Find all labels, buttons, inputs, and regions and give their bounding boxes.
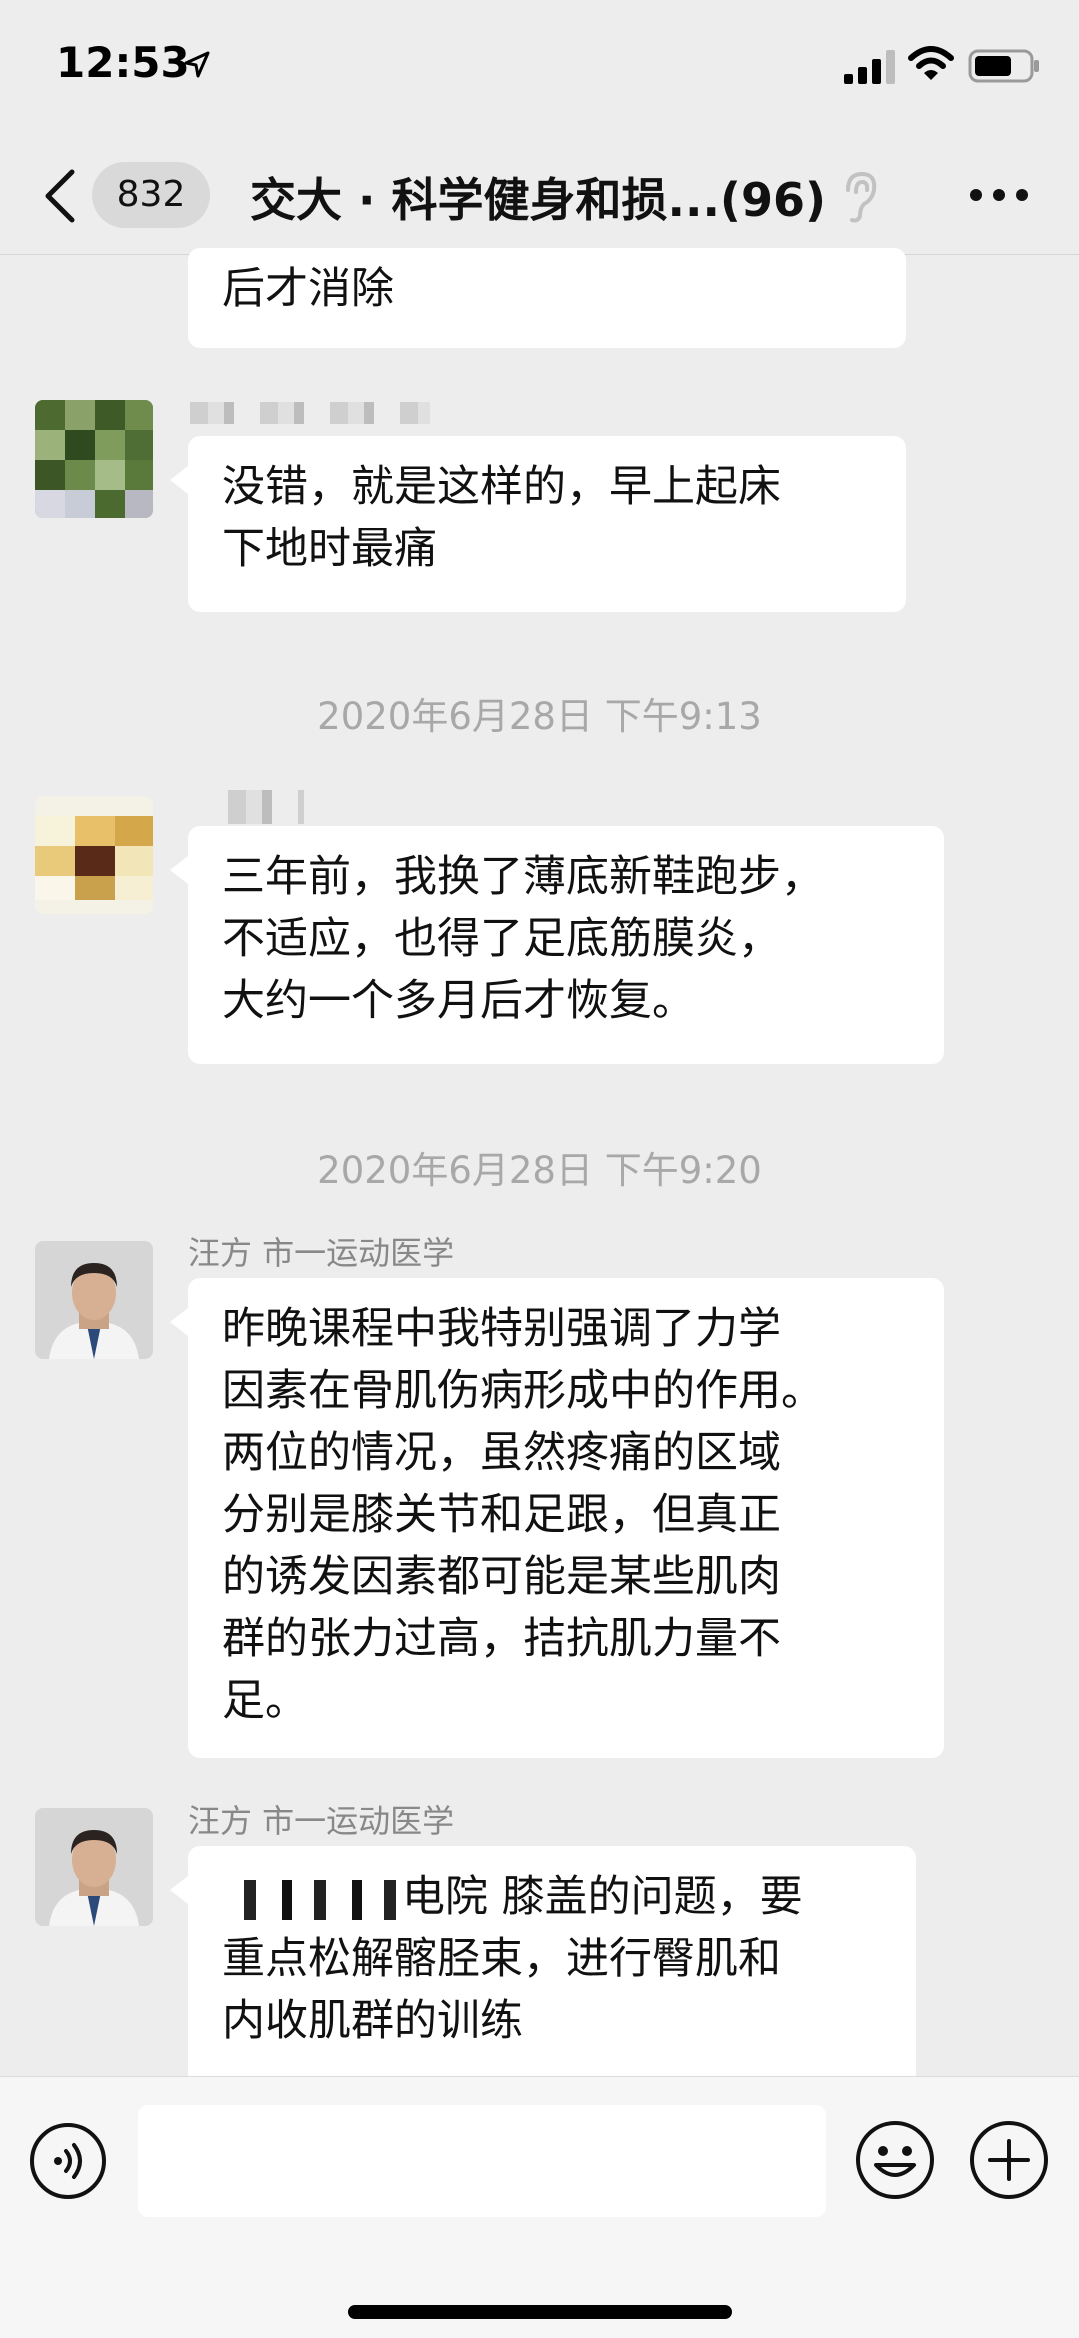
avatar-image (35, 400, 153, 518)
avatar[interactable] (35, 1808, 153, 1926)
voice-input-icon[interactable] (28, 2121, 108, 2201)
unread-count-badge[interactable]: 832 (92, 162, 210, 228)
battery-icon (968, 49, 1039, 83)
chat-input-bar (0, 2076, 1079, 2338)
message-bubble[interactable]: 没错，就是这样的，早上起床 下地时最痛 (170, 436, 906, 612)
message-bubble[interactable]: 后才消除 (188, 248, 906, 348)
plus-icon[interactable] (968, 2119, 1050, 2201)
message-mention-blurred (222, 1879, 402, 1920)
message-input[interactable] (138, 2105, 826, 2217)
message-bubble[interactable]: 电院 膝盖的问题，要 重点松解髂胫束，进行臀肌和 内收肌群的训练 (170, 1846, 916, 2086)
sender-name: 汪方 市一运动医学 (188, 1802, 455, 1840)
more-options-icon[interactable] (968, 180, 1030, 210)
avatar-image (35, 796, 153, 914)
message-bubble[interactable]: 昨晚课程中我特别强调了力学 因素在骨肌伤病形成中的作用。 两位的情况，虽然疼痛的… (170, 1278, 944, 1758)
chat-title: 交大 · 科学健身和损...(96) (250, 173, 826, 227)
status-time: 12:53 (56, 38, 190, 87)
avatar-image (35, 1808, 153, 1926)
back-chevron-icon[interactable] (42, 168, 78, 224)
chat-header: 832 交大 · 科学健身和损...(96) (0, 140, 1079, 255)
emoji-icon[interactable] (854, 2119, 936, 2201)
avatar[interactable] (35, 400, 153, 518)
sender-name-blurred (190, 402, 430, 424)
avatar-image (35, 1241, 153, 1359)
message-timestamp: 2020年6月28日 下午9:13 (317, 695, 762, 738)
avatar[interactable] (35, 796, 153, 914)
cellular-signal-icon (844, 50, 895, 84)
message-text: 三年前，我换了薄底新鞋跑步， 不适应，也得了足底筋膜炎， 大约一个多月后才恢复。 (222, 852, 824, 1026)
location-arrow-icon (184, 51, 210, 78)
message-bubble[interactable]: 三年前，我换了薄底新鞋跑步， 不适应，也得了足底筋膜炎， 大约一个多月后才恢复。 (170, 826, 944, 1064)
sender-name-blurred (228, 790, 304, 824)
status-bar: 12:53 (0, 0, 1079, 140)
message-timestamp: 2020年6月28日 下午9:20 (317, 1149, 762, 1192)
message-text: 没错，就是这样的，早上起床 下地时最痛 (222, 462, 781, 574)
avatar[interactable] (35, 1241, 153, 1359)
message-text: 后才消除 (222, 264, 394, 314)
earpiece-mode-icon (846, 171, 877, 223)
wifi-icon (908, 46, 954, 80)
message-text: 昨晚课程中我特别强调了力学 因素在骨肌伤病形成中的作用。 两位的情况，虽然疼痛的… (222, 1304, 824, 1726)
sender-name: 汪方 市一运动医学 (188, 1234, 455, 1272)
home-indicator (348, 2305, 732, 2319)
